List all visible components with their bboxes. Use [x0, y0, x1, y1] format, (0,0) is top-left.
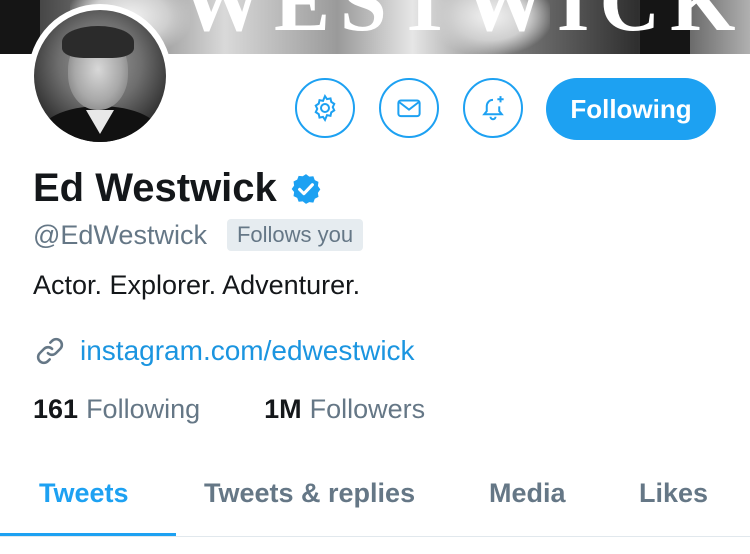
settings-button[interactable] — [295, 78, 355, 138]
verified-badge-icon — [291, 173, 321, 204]
follows-you-badge: Follows you — [226, 219, 364, 251]
followers-label: Followers — [309, 394, 426, 424]
following-count: 161 — [33, 394, 79, 424]
bell-plus-icon — [482, 96, 504, 121]
profile-name-row: Ed Westwick — [33, 166, 323, 211]
notifications-button[interactable] — [463, 78, 523, 138]
profile-tabs: Tweets Tweets & replies Media Likes — [0, 460, 750, 540]
avatar[interactable] — [28, 4, 172, 148]
followers-stat[interactable]: 1M Followers — [264, 394, 425, 425]
profile-handle: @EdWestwick — [33, 219, 207, 250]
tab-media[interactable]: Media — [489, 478, 566, 509]
website-row: instagram.com/edwestwick — [33, 334, 415, 368]
profile-bio: Actor. Explorer. Adventurer. — [33, 270, 361, 300]
following-stat[interactable]: 161 Following — [33, 394, 200, 425]
followers-count: 1M — [264, 394, 302, 424]
following-button[interactable]: Following — [546, 78, 716, 140]
link-icon — [36, 337, 64, 365]
tabs-divider — [0, 536, 750, 537]
envelope-icon — [397, 99, 421, 118]
handle-row: @EdWestwick Follows you — [33, 219, 364, 251]
banner-text: WESTWICK — [180, 0, 746, 49]
tab-likes[interactable]: Likes — [639, 478, 708, 509]
gear-icon — [314, 94, 336, 122]
profile-name: Ed Westwick — [33, 166, 277, 210]
website-link[interactable]: instagram.com/edwestwick — [80, 335, 415, 367]
follow-stats: 161 Following 1M Followers — [33, 394, 425, 425]
avatar-photo — [34, 10, 166, 142]
tab-tweets[interactable]: Tweets — [39, 478, 129, 509]
message-button[interactable] — [379, 78, 439, 138]
following-label: Following — [86, 394, 201, 424]
tab-tweets-and-replies[interactable]: Tweets & replies — [204, 478, 415, 509]
